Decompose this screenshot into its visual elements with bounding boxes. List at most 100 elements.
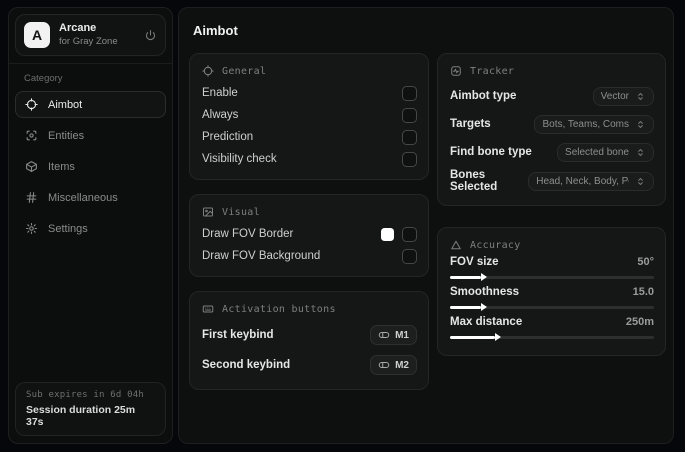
crosshair-icon xyxy=(25,98,38,111)
first-keybind-button[interactable]: M1 xyxy=(370,325,417,345)
hash-icon xyxy=(25,191,38,204)
row-label: FOV size xyxy=(450,256,499,268)
select-value: Head, Neck, Body, Pe.. xyxy=(536,175,629,187)
category-label: Category xyxy=(24,73,63,84)
section-title: General xyxy=(222,65,267,77)
fov-border-color-swatch[interactable] xyxy=(381,227,394,241)
right-column: Tracker Aimbot type Vector Targets Bots,… xyxy=(437,53,666,356)
row-label: Max distance xyxy=(450,316,523,328)
row-label: Find bone type xyxy=(450,146,532,158)
activation-buttons-card: Activation buttons First keybind M1 Seco… xyxy=(189,291,429,390)
page-title: Aimbot xyxy=(193,23,238,38)
entities-scan-icon xyxy=(25,129,38,142)
app-logo: A xyxy=(24,22,50,48)
sidebar-item-label: Entities xyxy=(48,129,85,142)
mouse-icon xyxy=(378,329,390,341)
general-row-enable: Enable xyxy=(202,82,417,104)
app-header: A Arcane for Gray Zone xyxy=(15,14,166,56)
fov-size-slider[interactable] xyxy=(450,273,654,281)
triangle-icon xyxy=(450,239,462,251)
subscription-card: Sub expires in 6d 04h Session duration 2… xyxy=(15,382,166,436)
find-bone-type-row: Find bone type Selected bone xyxy=(450,138,654,166)
visual-row-fov-background: Draw FOV Background xyxy=(202,245,417,267)
targets-select[interactable]: Bots, Teams, Coms xyxy=(534,114,654,134)
section-title: Tracker xyxy=(470,65,515,77)
box-icon xyxy=(25,160,38,173)
always-checkbox[interactable] xyxy=(402,107,417,123)
row-label: Targets xyxy=(450,118,491,130)
max-distance-header: Max distance 250m xyxy=(450,316,654,328)
row-label: Visibility check xyxy=(202,153,277,165)
sidebar-item-entities[interactable]: Entities xyxy=(15,122,166,149)
find-bone-type-select[interactable]: Selected bone xyxy=(557,142,654,162)
visibility-check-checkbox[interactable] xyxy=(402,151,417,167)
activation-card-header: Activation buttons xyxy=(202,303,417,315)
general-card-header: General xyxy=(202,65,417,77)
visual-card: Visual Draw FOV Border Draw FOV Backgrou… xyxy=(189,194,429,277)
slider-fill xyxy=(450,333,501,341)
main-panel: Aimbot General Enable Always Prediction … xyxy=(178,7,674,444)
general-card: General Enable Always Prediction Visibil… xyxy=(189,53,429,180)
enable-checkbox[interactable] xyxy=(402,85,417,101)
row-label: Draw FOV Background xyxy=(202,250,321,262)
sidebar-item-aimbot[interactable]: Aimbot xyxy=(15,91,166,118)
gear-icon xyxy=(25,222,38,235)
app-title-block: Arcane for Gray Zone xyxy=(59,23,118,47)
first-keybind-row: First keybind M1 xyxy=(202,320,417,350)
smoothness-header: Smoothness 15.0 xyxy=(450,286,654,298)
fov-background-checkbox[interactable] xyxy=(402,248,417,264)
second-keybind-row: Second keybind M2 xyxy=(202,350,417,380)
section-title: Activation buttons xyxy=(222,303,336,315)
fov-size-value: 50° xyxy=(637,256,654,268)
accuracy-card-header: Accuracy xyxy=(450,239,654,251)
row-label: Draw FOV Border xyxy=(202,228,294,240)
max-distance-slider[interactable] xyxy=(450,333,654,341)
visual-card-header: Visual xyxy=(202,206,417,218)
section-title: Visual xyxy=(222,206,260,218)
sidebar-item-miscellaneous[interactable]: Miscellaneous xyxy=(15,184,166,211)
row-label: Smoothness xyxy=(450,286,520,298)
visual-row-fov-border: Draw FOV Border xyxy=(202,223,417,245)
activity-icon xyxy=(450,65,462,77)
max-distance-control: Max distance 250m xyxy=(450,316,654,341)
keybind-value: M2 xyxy=(395,359,409,371)
power-icon[interactable] xyxy=(144,29,157,42)
bones-selected-select[interactable]: Head, Neck, Body, Pe.. xyxy=(528,171,654,191)
accuracy-card: Accuracy FOV size 50° Smoothness 15.0 Ma… xyxy=(437,227,666,356)
sidebar-item-label: Settings xyxy=(48,222,88,235)
row-label: First keybind xyxy=(202,329,274,341)
aimbot-type-row: Aimbot type Vector xyxy=(450,82,654,110)
chevrons-up-down-icon xyxy=(635,176,646,187)
chevrons-up-down-icon xyxy=(635,119,646,130)
sidebar-item-settings[interactable]: Settings xyxy=(15,215,166,242)
sidebar-item-label: Aimbot xyxy=(48,98,83,111)
sub-expires-text: Sub expires in 6d 04h xyxy=(26,390,144,400)
row-label: Second keybind xyxy=(202,359,291,371)
slider-fill xyxy=(450,303,487,311)
content-columns: General Enable Always Prediction Visibil… xyxy=(189,53,666,390)
smoothness-value: 15.0 xyxy=(632,286,654,298)
select-value: Bots, Teams, Coms xyxy=(542,118,629,130)
fov-border-checkbox[interactable] xyxy=(402,226,417,242)
section-title: Accuracy xyxy=(470,239,521,251)
row-label: Prediction xyxy=(202,131,254,143)
sidebar-item-items[interactable]: Items xyxy=(15,153,166,180)
chevrons-up-down-icon xyxy=(635,147,646,158)
image-icon xyxy=(202,206,214,218)
keybind-value: M1 xyxy=(395,329,409,341)
smoothness-slider[interactable] xyxy=(450,303,654,311)
sidebar-nav: Aimbot Entities Items Miscellaneous Sett… xyxy=(9,91,172,242)
slider-fill xyxy=(450,273,487,281)
fov-size-control: FOV size 50° xyxy=(450,256,654,281)
mouse-icon xyxy=(378,359,390,371)
chevrons-up-down-icon xyxy=(635,91,646,102)
crosshair-icon xyxy=(202,65,214,77)
second-keybind-button[interactable]: M2 xyxy=(370,355,417,375)
prediction-checkbox[interactable] xyxy=(402,129,417,145)
general-row-always: Always xyxy=(202,104,417,126)
row-label: Always xyxy=(202,109,239,121)
sidebar-item-label: Items xyxy=(48,160,75,173)
sidebar-item-label: Miscellaneous xyxy=(48,191,118,204)
row-label: Aimbot type xyxy=(450,90,517,102)
aimbot-type-select[interactable]: Vector xyxy=(592,86,654,106)
